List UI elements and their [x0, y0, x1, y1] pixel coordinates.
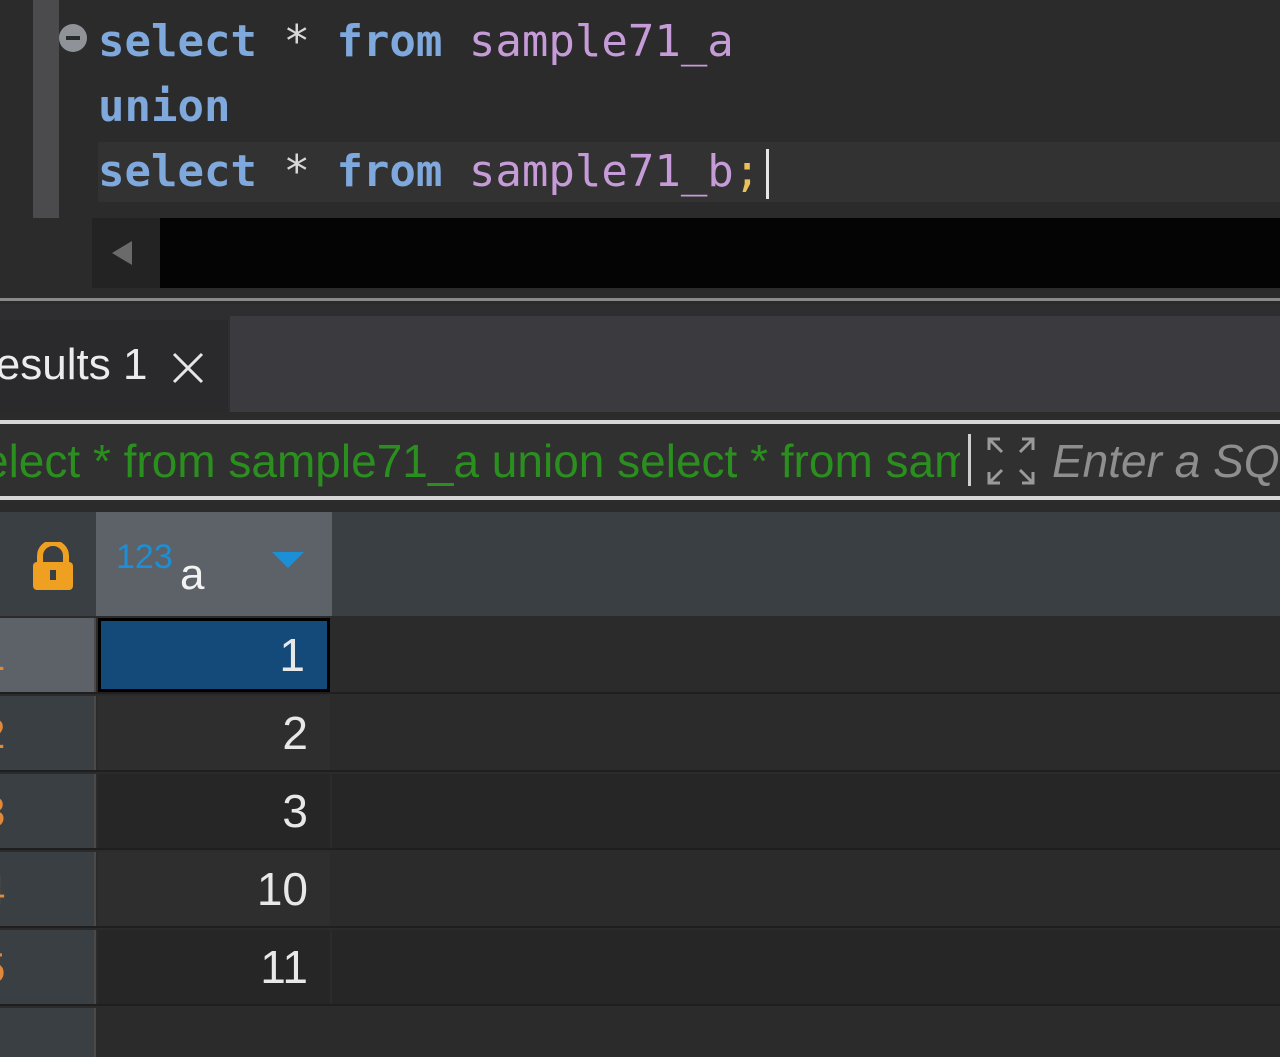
code-token-kw: from: [336, 146, 443, 197]
sort-down-icon[interactable]: [272, 552, 304, 568]
row-number[interactable]: 3: [0, 774, 96, 848]
divider: [968, 434, 971, 486]
row-number-label: 1: [0, 632, 5, 680]
fold-gutter: [33, 0, 59, 218]
close-icon[interactable]: [170, 350, 206, 386]
code-line-current[interactable]: select * from sample71_b;: [98, 142, 1280, 202]
row-number[interactable]: 2: [0, 696, 96, 770]
row-number-label: 3: [0, 788, 5, 836]
code-token-op: *: [256, 146, 337, 197]
tab-results[interactable]: Results 1: [0, 320, 228, 412]
header-corner[interactable]: [0, 512, 96, 616]
result-grid: 123 a 1 1 2 2 3 3 4 10 5 11: [0, 508, 1280, 1057]
grid-cell[interactable]: 3: [98, 774, 330, 848]
row-number-label: 2: [0, 710, 5, 758]
table-row[interactable]: 5 11: [0, 930, 1280, 1006]
grid-cell[interactable]: 1: [98, 618, 330, 692]
row-number[interactable]: 4: [0, 852, 96, 926]
table-row[interactable]: 3 3: [0, 774, 1280, 850]
row-number-label: 5: [0, 944, 5, 992]
grid-empty-area: [332, 774, 1280, 848]
row-number[interactable]: 1: [0, 618, 96, 692]
scroll-left-icon[interactable]: [92, 218, 160, 288]
table-row-empty: [0, 1008, 1280, 1057]
tab-results-label: Results 1: [0, 340, 148, 389]
code-token-kw: from: [336, 16, 443, 67]
expand-icon[interactable]: [986, 436, 1036, 486]
table-row[interactable]: 2 2: [0, 696, 1280, 772]
code-token-kw: union: [98, 81, 231, 132]
column-header-a[interactable]: 123 a: [96, 512, 332, 616]
row-number-label: 4: [0, 866, 5, 914]
grid-empty-area: [332, 696, 1280, 770]
text-caret: [766, 149, 770, 199]
code-line[interactable]: select * from sample71_a: [98, 12, 734, 72]
column-name: a: [180, 550, 205, 599]
filter-input[interactable]: Enter a SQL expression to filter results: [1052, 434, 1280, 488]
filter-bar: select * from sample71_a union select * …: [0, 420, 1280, 500]
code-token-kw: select: [98, 146, 257, 197]
code-line[interactable]: union: [98, 77, 230, 137]
row-number[interactable]: 5: [0, 930, 96, 1004]
grid-cell[interactable]: 10: [98, 852, 330, 926]
code-token-tbl: sample71_b: [442, 146, 734, 197]
tab-strip-background: [230, 316, 1280, 412]
grid-empty-area: [332, 618, 1280, 692]
fold-collapse-icon[interactable]: [59, 24, 87, 52]
filter-query-text[interactable]: select * from sample71_a union select * …: [0, 434, 960, 488]
grid-header: 123 a: [0, 512, 1280, 616]
code-token-semi: ;: [733, 146, 761, 197]
code-token-tbl: sample71_a: [442, 16, 734, 67]
grid-empty-area: [332, 852, 1280, 926]
grid-cell[interactable]: 11: [98, 930, 330, 1004]
lock-icon[interactable]: [30, 542, 76, 592]
horizontal-scrollbar[interactable]: [92, 218, 1280, 288]
column-type-badge: 123: [116, 538, 173, 576]
row-number: [0, 1008, 96, 1057]
results-tab-strip: Results 1: [0, 304, 1280, 412]
table-row[interactable]: 4 10: [0, 852, 1280, 928]
table-row[interactable]: 1 1: [0, 618, 1280, 694]
grid-cell: [98, 1008, 330, 1057]
code-token-kw: select: [98, 16, 257, 67]
grid-cell[interactable]: 2: [98, 696, 330, 770]
grid-empty-area: [332, 930, 1280, 1004]
code-token-op: *: [256, 16, 337, 67]
sql-editor[interactable]: select * from sample71_a union select * …: [0, 0, 1280, 300]
